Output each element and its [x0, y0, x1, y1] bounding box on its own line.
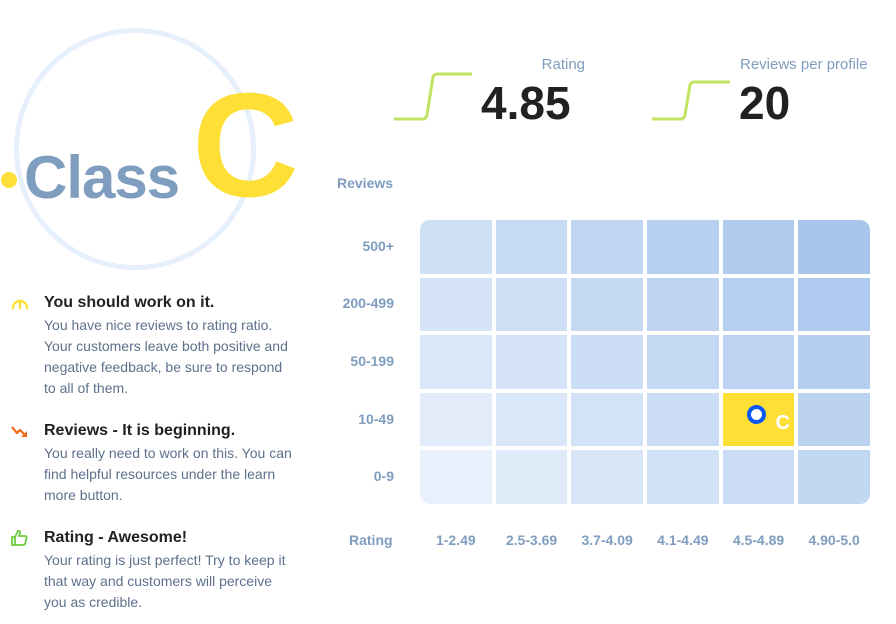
heatmap-cell	[420, 277, 492, 332]
reviews-stat-label: Reviews per profile	[740, 56, 868, 73]
heatmap-cell	[798, 392, 870, 447]
heatmap-cell	[420, 220, 492, 274]
x-tick-label: 4.1-4.49	[657, 532, 709, 548]
x-tick-label: 1-2.49	[435, 532, 476, 548]
x-axis-title: Rating	[349, 532, 393, 548]
gauge-icon	[11, 299, 29, 310]
heatmap-cell: C	[722, 392, 795, 447]
feedback-title: You should work on it.	[44, 294, 215, 311]
heatmap-grid: C	[420, 220, 870, 504]
heatmap-cell	[722, 450, 795, 504]
heatmap-cell	[571, 335, 643, 389]
y-tick-label: 50-199	[350, 353, 394, 369]
heatmap-cell	[722, 335, 795, 389]
heatmap-cell	[495, 220, 568, 274]
rating-stat-label: Rating	[541, 56, 585, 73]
heatmap-cell	[798, 277, 870, 332]
feedback-description: Your rating is just perfect! Try to keep…	[44, 552, 286, 610]
heatmap-cell	[571, 220, 643, 274]
feedback-item: Rating - Awesome! Your rating is just pe…	[10, 527, 300, 617]
trend-line-icon	[394, 72, 472, 121]
heatmap-cell	[495, 450, 568, 504]
heatmap-cell	[722, 220, 795, 274]
position-marker	[747, 404, 767, 424]
y-tick-label: 10-49	[358, 410, 394, 427]
heatmap-cell	[571, 277, 643, 332]
heatmap-cell	[495, 392, 568, 447]
heatmap-cell	[420, 450, 492, 504]
heatmap-cell	[647, 392, 719, 447]
x-tick-label: 4.5-4.89	[732, 532, 785, 548]
y-tick-label: 200-499	[342, 295, 394, 312]
reviews-stat-value: 20	[739, 77, 791, 129]
heatmap-cell	[571, 392, 643, 447]
y-tick-label: 500+	[362, 237, 394, 254]
feedback-description: You really need to work on this. You can…	[44, 445, 292, 503]
heatmap-cell	[420, 335, 492, 389]
position-marker-label: C	[775, 411, 790, 434]
x-tick-label: 3.7-4.09	[581, 532, 633, 548]
heatmap-cell	[571, 450, 643, 504]
feedback-title: Reviews - It is beginning.	[44, 422, 236, 439]
heatmap-cell	[647, 277, 719, 332]
heatmap-cell	[647, 450, 719, 504]
heatmap-cell	[495, 335, 568, 389]
heatmap-cell	[647, 335, 719, 389]
trend-line-icon	[652, 80, 730, 121]
x-tick-label: 4.90-5.0	[808, 532, 860, 548]
class-grade: C	[192, 63, 299, 228]
heatmap-cell	[495, 277, 568, 332]
class-label: Class	[24, 144, 180, 211]
feedback-item: You should work on it. You have nice rev…	[10, 292, 300, 402]
y-axis-title: Reviews	[337, 175, 394, 191]
y-tick-label: 0-9	[373, 468, 394, 485]
feedback-title: Rating - Awesome!	[44, 529, 188, 546]
feedback-description: You have nice reviews to rating ratio. Y…	[44, 317, 288, 396]
heatmap-cell	[798, 450, 870, 504]
heatmap-cell	[722, 277, 795, 332]
heatmap-cell	[798, 220, 870, 274]
heatmap-cell	[798, 335, 870, 389]
bullet-dot	[1, 172, 17, 188]
rating-stat-value: 4.85	[481, 77, 571, 129]
x-tick-label: 2.5-3.69	[505, 532, 558, 548]
thumbs-up-icon	[11, 529, 28, 546]
trend-down-icon	[11, 426, 27, 437]
heatmap-cell	[420, 392, 492, 447]
heatmap-cell	[647, 220, 719, 274]
feedback-item: Reviews - It is beginning. You really ne…	[10, 420, 300, 510]
